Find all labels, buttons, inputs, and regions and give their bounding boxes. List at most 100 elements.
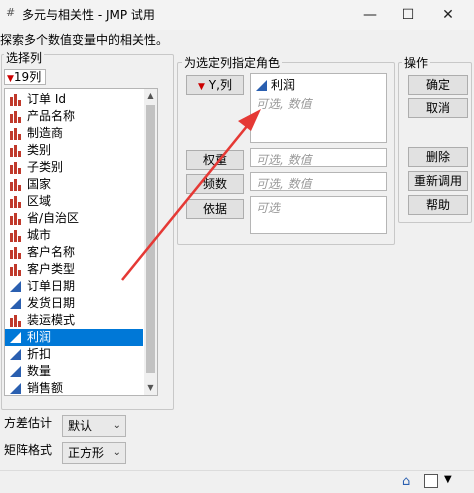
variance-estimate-select[interactable]: 默认 ⌄ xyxy=(62,415,126,437)
scroll-thumb[interactable] xyxy=(146,105,155,373)
nominal-column-icon xyxy=(10,94,21,106)
column-list-item-label: 省/自治区 xyxy=(27,211,80,225)
column-list-item-label: 利润 xyxy=(27,330,52,344)
continuous-column-icon xyxy=(10,383,21,394)
dialog-description: 探索多个数值变量中的相关性。 xyxy=(0,33,169,47)
nominal-column-icon xyxy=(10,128,21,140)
column-list-item-label: 数量 xyxy=(27,364,52,378)
frequency-placeholder: 可选, 数值 xyxy=(256,177,312,191)
by-placeholder: 可选 xyxy=(256,201,281,215)
column-count: 19列 xyxy=(13,70,42,84)
matrix-format-select[interactable]: 正方形 ⌄ xyxy=(62,442,126,464)
column-list-item[interactable]: 利润 xyxy=(5,329,143,346)
column-list-item[interactable]: 发货日期 xyxy=(5,295,143,312)
column-list-item[interactable]: 子类别 xyxy=(5,159,143,176)
nominal-column-icon xyxy=(10,213,21,225)
chevron-down-icon[interactable]: ▼ xyxy=(444,474,452,485)
assign-roles-label: 为选定列指定角色 xyxy=(182,54,283,71)
window-list-icon[interactable] xyxy=(424,474,438,488)
action-label: 操作 xyxy=(402,54,431,71)
close-button[interactable]: ✕ xyxy=(428,2,468,28)
window-title: 多元与相关性 - JMP 试用 xyxy=(22,8,155,22)
red-triangle-icon: ▼ xyxy=(198,82,205,92)
column-list-item-label: 国家 xyxy=(27,177,52,191)
nominal-column-icon xyxy=(10,315,21,327)
cancel-button[interactable]: 取消 xyxy=(408,98,468,118)
column-list-item[interactable]: 类别 xyxy=(5,142,143,159)
weight-placeholder: 可选, 数值 xyxy=(256,153,312,167)
help-button[interactable]: 帮助 xyxy=(408,195,468,215)
continuous-column-icon xyxy=(10,281,21,292)
continuous-column-icon xyxy=(256,80,267,91)
chevron-down-icon: ⌄ xyxy=(112,447,121,458)
title-bar: # 多元与相关性 - JMP 试用 — ☐ ✕ xyxy=(0,0,474,30)
column-list-item[interactable]: 区域 xyxy=(5,193,143,210)
column-list-item[interactable]: 订单日期 xyxy=(5,278,143,295)
nominal-column-icon xyxy=(10,179,21,191)
column-list-item[interactable]: 国家 xyxy=(5,176,143,193)
column-list-item-label: 客户名称 xyxy=(27,245,76,259)
scroll-up-arrow-icon[interactable]: ▲ xyxy=(144,89,157,103)
column-list-item-label: 订单 Id xyxy=(27,92,66,106)
by-role-box[interactable]: 可选 xyxy=(250,196,387,234)
column-list-item-label: 子类别 xyxy=(27,160,64,174)
ok-button[interactable]: 确定 xyxy=(408,75,468,95)
column-list-item[interactable]: 省/自治区 xyxy=(5,210,143,227)
status-bar: ⌂ ▼ xyxy=(0,470,474,493)
column-list-item[interactable]: 产品名称 xyxy=(5,108,143,125)
column-list-item-label: 折扣 xyxy=(27,347,52,361)
chevron-down-icon: ⌄ xyxy=(112,420,121,431)
continuous-column-icon xyxy=(10,298,21,309)
column-list-item-label: 发货日期 xyxy=(27,296,76,310)
column-list-item-label: 客户类型 xyxy=(27,262,76,276)
minimize-button[interactable]: — xyxy=(350,2,390,28)
home-icon[interactable]: ⌂ xyxy=(402,474,410,489)
y-role-placeholder: 可选, 数值 xyxy=(256,97,312,111)
maximize-button[interactable]: ☐ xyxy=(388,2,428,28)
column-list-item[interactable]: 销售额 xyxy=(5,380,143,395)
y-columns-button[interactable]: ▼ Y,列 xyxy=(186,75,244,95)
nominal-column-icon xyxy=(10,111,21,123)
y-role-item[interactable]: 利润 xyxy=(255,77,295,93)
column-list-item-label: 销售额 xyxy=(27,381,64,395)
column-list-item[interactable]: 折扣 xyxy=(5,346,143,363)
by-button[interactable]: 依据 xyxy=(186,199,244,219)
column-list-item[interactable]: 装运模式 xyxy=(5,312,143,329)
nominal-column-icon xyxy=(10,247,21,259)
jmp-app-icon: # xyxy=(6,6,16,19)
recall-button[interactable]: 重新调用 xyxy=(408,171,468,191)
continuous-column-icon xyxy=(10,349,21,360)
column-list-item-label: 订单日期 xyxy=(27,279,76,293)
column-list-item[interactable]: 城市 xyxy=(5,227,143,244)
nominal-column-icon xyxy=(10,196,21,208)
column-list-scrollbar[interactable]: ▲ ▼ xyxy=(144,89,157,395)
continuous-column-icon xyxy=(10,366,21,377)
nominal-column-icon xyxy=(10,145,21,157)
column-list-item-label: 装运模式 xyxy=(27,313,76,327)
column-list-item[interactable]: 客户类型 xyxy=(5,261,143,278)
column-list-item-label: 城市 xyxy=(27,228,52,242)
remove-button[interactable]: 删除 xyxy=(408,147,468,167)
column-list-item-label: 区域 xyxy=(27,194,52,208)
variance-estimate-label: 方差估计 xyxy=(4,416,53,430)
column-list-item[interactable]: 制造商 xyxy=(5,125,143,142)
column-list-item[interactable]: 客户名称 xyxy=(5,244,143,261)
continuous-column-icon xyxy=(10,332,21,343)
column-list-item[interactable]: 订单 Id xyxy=(5,91,143,108)
scroll-down-arrow-icon[interactable]: ▼ xyxy=(144,381,157,395)
column-list-item-label: 产品名称 xyxy=(27,109,76,123)
matrix-format-label: 矩阵格式 xyxy=(4,443,53,457)
column-list-item-label: 类别 xyxy=(27,143,52,157)
column-list-item[interactable]: 数量 xyxy=(5,363,143,380)
red-triangle-icon[interactable]: ▼ xyxy=(7,74,14,84)
frequency-role-box[interactable]: 可选, 数值 xyxy=(250,172,387,191)
y-role-box[interactable]: 利润 可选, 数值 xyxy=(250,73,387,143)
column-count-selector[interactable]: ▼19列 xyxy=(4,69,46,85)
weight-role-box[interactable]: 可选, 数值 xyxy=(250,148,387,167)
nominal-column-icon xyxy=(10,264,21,276)
frequency-button[interactable]: 频数 xyxy=(186,174,244,194)
weight-button[interactable]: 权重 xyxy=(186,150,244,170)
select-columns-label: 选择列 xyxy=(4,49,45,66)
nominal-column-icon xyxy=(10,230,21,242)
column-list[interactable]: 订单 Id 产品名称制造商 类别子类别国家区域省/自治区城市客户名称客户类型订单日期… xyxy=(4,88,158,396)
